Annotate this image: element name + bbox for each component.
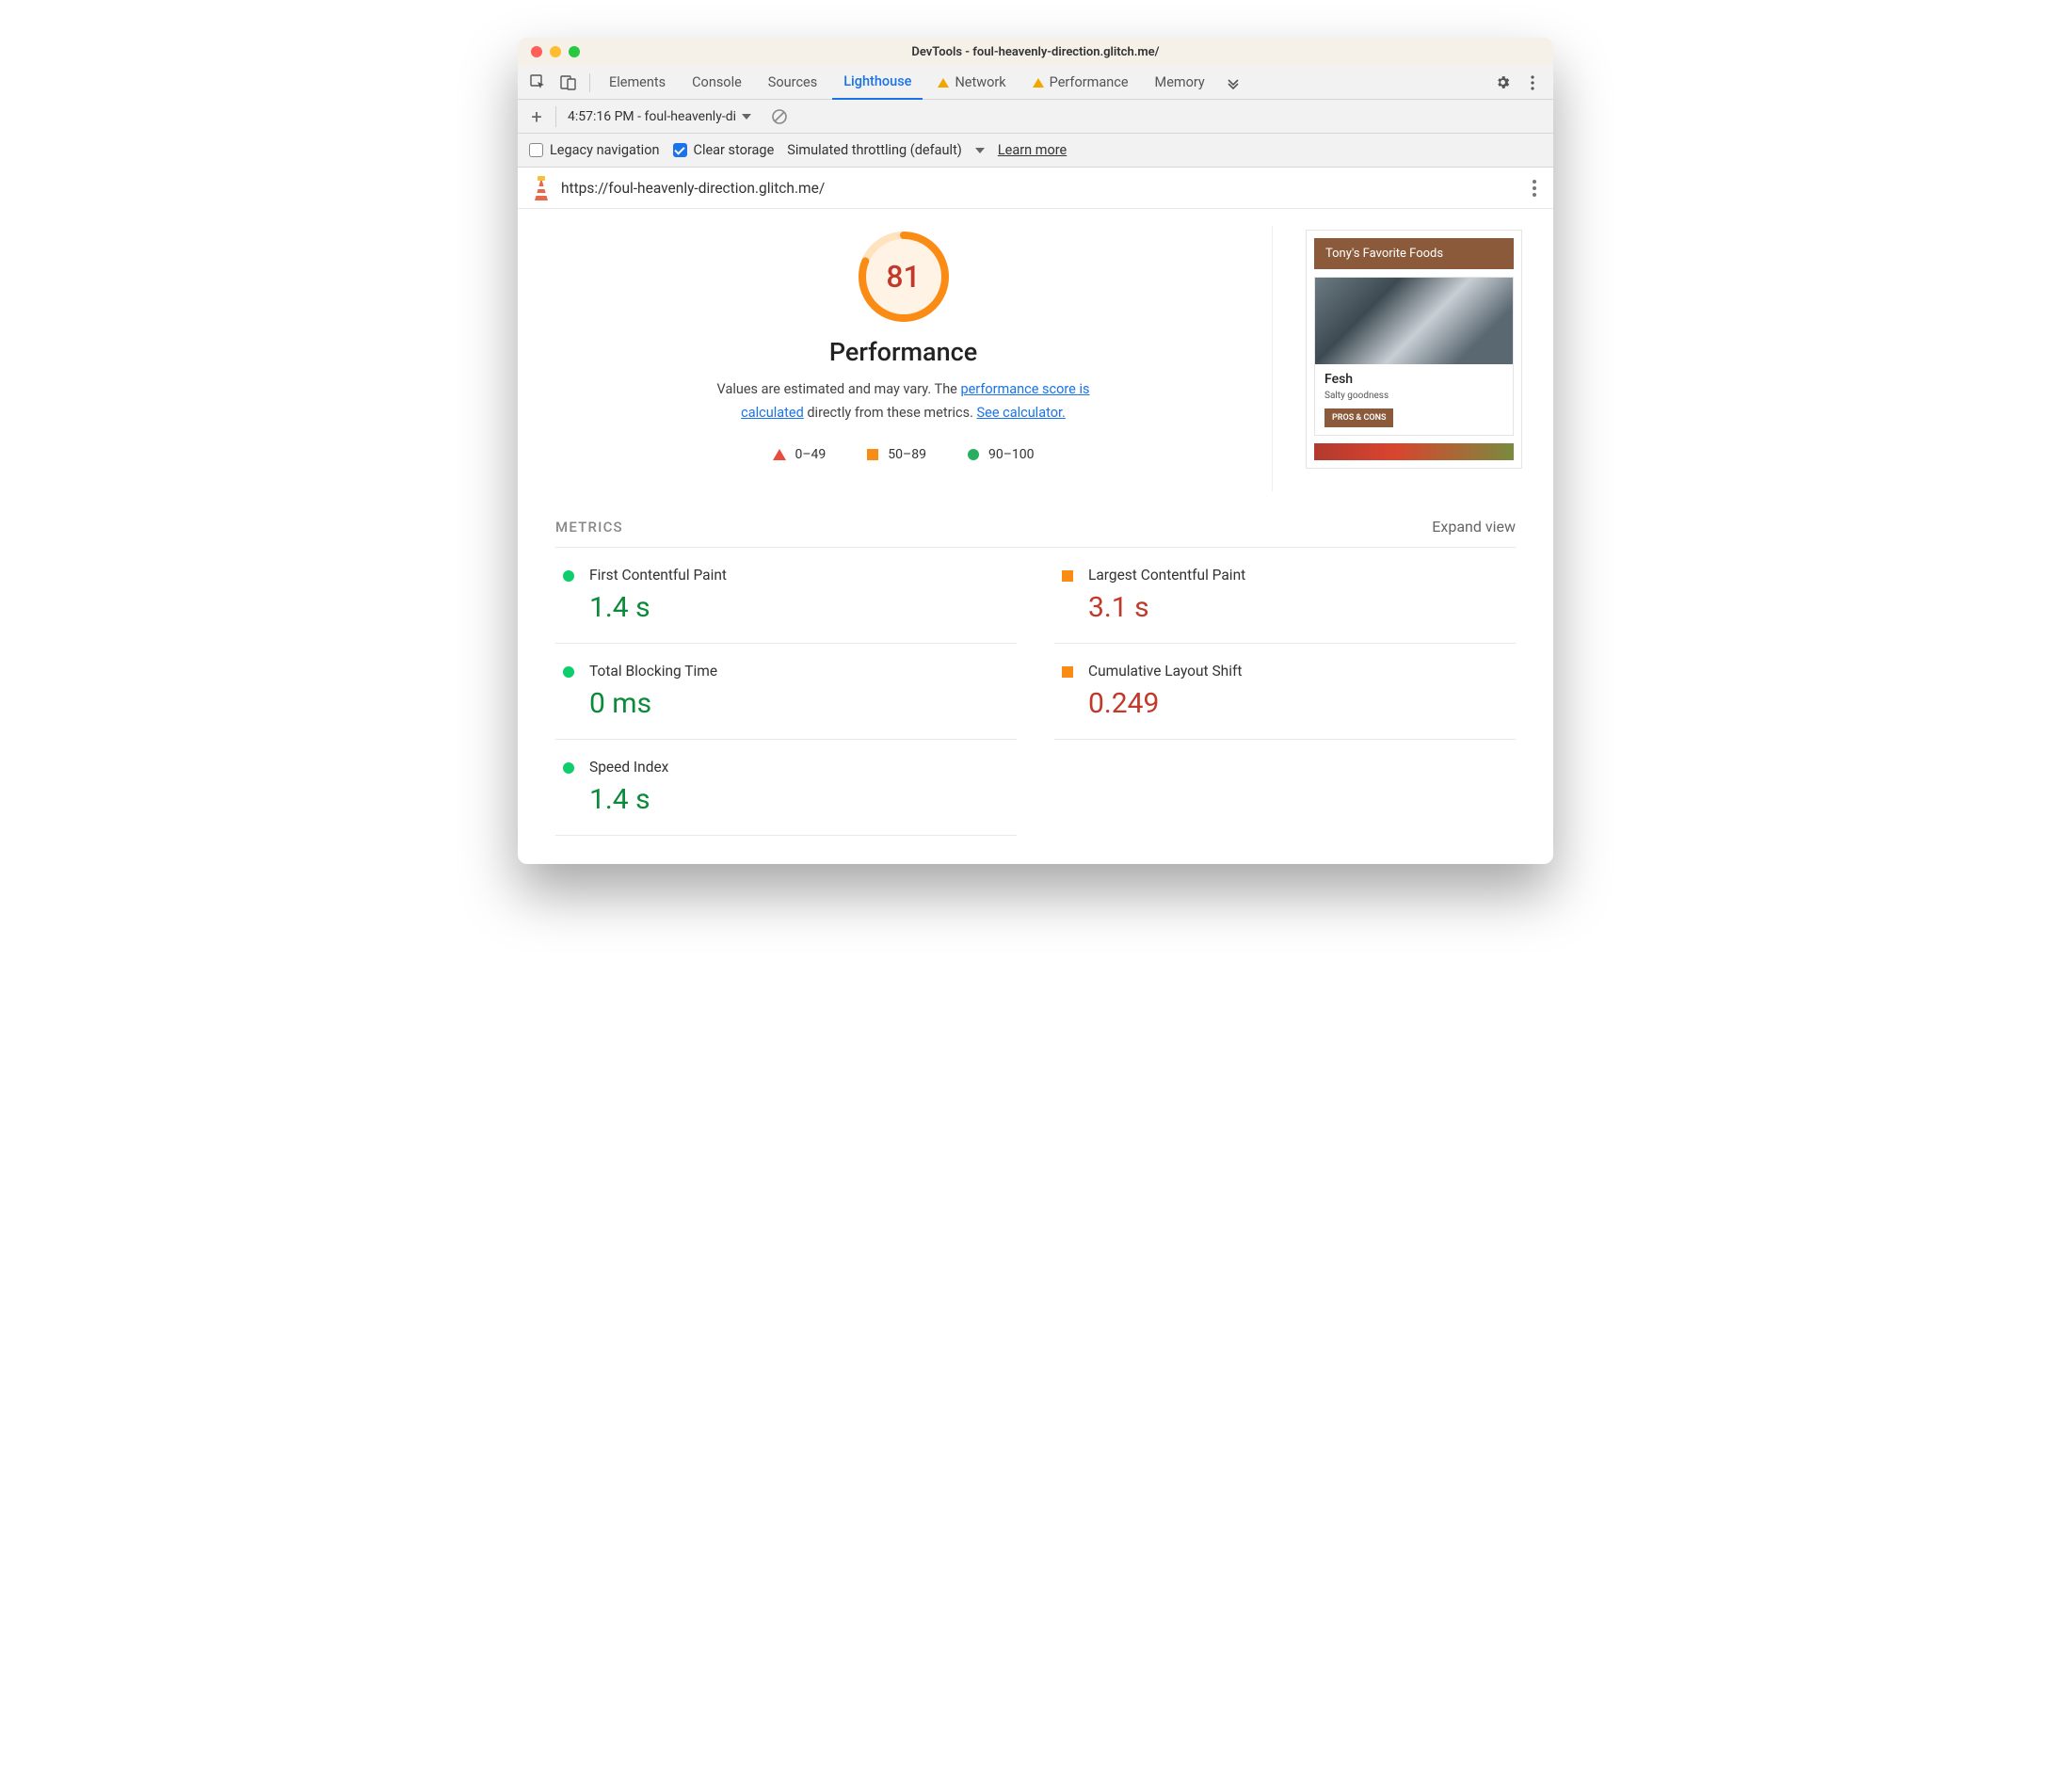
score-legend: 0–49 50–89 90–100 — [773, 447, 1035, 462]
score-description: Values are estimated and may vary. The p… — [701, 378, 1106, 424]
tab-network-label: Network — [955, 74, 1005, 90]
metrics-grid: First Contentful Paint 1.4 s Largest Con… — [555, 548, 1516, 836]
metric-value: 0.249 — [1088, 687, 1242, 720]
category-title: Performance — [829, 337, 977, 367]
pass-icon — [563, 666, 574, 678]
performance-gauge[interactable]: 81 — [859, 232, 949, 322]
legend-avg-label: 50–89 — [888, 447, 926, 462]
pass-icon — [563, 762, 574, 774]
report-selector-label: 4:57:16 PM - foul-heavenly-di — [568, 109, 736, 124]
chevron-down-icon — [742, 114, 751, 120]
minimize-window-button[interactable] — [550, 46, 561, 57]
metric-value: 1.4 s — [589, 783, 668, 816]
see-calculator-link[interactable]: See calculator. — [977, 405, 1066, 421]
checkbox-icon — [529, 143, 543, 157]
metric-name: Cumulative Layout Shift — [1088, 663, 1242, 680]
lighthouse-settings-bar: Legacy navigation Clear storage Simulate… — [518, 134, 1553, 168]
chevron-down-icon — [975, 148, 985, 153]
metrics-heading: METRICS — [555, 519, 623, 536]
expand-view-link[interactable]: Expand view — [1432, 518, 1516, 536]
device-toolbar-icon[interactable] — [555, 70, 582, 96]
pass-icon — [563, 570, 574, 582]
metric-fcp[interactable]: First Contentful Paint 1.4 s — [555, 548, 1017, 644]
metric-si[interactable]: Speed Index 1.4 s — [555, 740, 1017, 836]
tab-performance[interactable]: Performance — [1021, 66, 1140, 100]
warning-icon — [1033, 78, 1044, 88]
close-window-button[interactable] — [531, 46, 542, 57]
new-report-button[interactable]: + — [527, 105, 546, 128]
gear-icon[interactable] — [1489, 70, 1516, 96]
metric-name: First Contentful Paint — [589, 567, 727, 584]
metric-tbt[interactable]: Total Blocking Time 0 ms — [555, 644, 1017, 740]
lighthouse-icon — [531, 176, 552, 200]
window-title: DevTools - foul-heavenly-direction.glitc… — [518, 45, 1553, 59]
metric-name: Speed Index — [589, 759, 668, 776]
preview-column: Tony's Favorite Foods Fesh Salty goodnes… — [1273, 226, 1536, 491]
clear-storage-checkbox[interactable]: Clear storage — [673, 142, 775, 158]
titlebar: DevTools - foul-heavenly-direction.glitc… — [518, 38, 1553, 66]
tab-console[interactable]: Console — [681, 66, 753, 100]
throttling-label: Simulated throttling (default) — [787, 142, 962, 158]
preview-card-title: Fesh — [1324, 372, 1503, 387]
metric-name: Total Blocking Time — [589, 663, 717, 680]
report-menu-icon[interactable] — [1529, 176, 1540, 200]
legend-fail-label: 0–49 — [795, 447, 827, 462]
desc-text: directly from these metrics. — [804, 405, 977, 421]
preview-pros-cons-button: PROS & CONS — [1324, 408, 1393, 427]
devtools-window: DevTools - foul-heavenly-direction.glitc… — [518, 38, 1553, 864]
legend-pass-label: 90–100 — [988, 447, 1035, 462]
preview-card-subtitle: Salty goodness — [1324, 391, 1503, 401]
tab-elements[interactable]: Elements — [598, 66, 677, 100]
metric-lcp[interactable]: Largest Contentful Paint 3.1 s — [1054, 548, 1516, 644]
tab-lighthouse[interactable]: Lighthouse — [832, 66, 923, 100]
kebab-menu-icon[interactable] — [1519, 70, 1546, 96]
legacy-navigation-checkbox[interactable]: Legacy navigation — [529, 142, 660, 158]
report-body: 81 Performance Values are estimated and … — [518, 209, 1553, 491]
learn-more-link[interactable]: Learn more — [998, 142, 1067, 158]
metrics-section: METRICS Expand view First Contentful Pai… — [518, 491, 1553, 864]
devtools-tab-bar: Elements Console Sources Lighthouse Netw… — [518, 66, 1553, 100]
desc-text: Values are estimated and may vary. The — [717, 381, 961, 397]
legacy-navigation-label: Legacy navigation — [550, 142, 660, 158]
preview-image — [1315, 278, 1513, 364]
report-header: https://foul-heavenly-direction.glitch.m… — [518, 168, 1553, 209]
metric-value: 3.1 s — [1088, 591, 1245, 624]
tab-sources[interactable]: Sources — [757, 66, 828, 100]
score-column: 81 Performance Values are estimated and … — [535, 226, 1273, 491]
clear-storage-label: Clear storage — [694, 142, 775, 158]
maximize-window-button[interactable] — [569, 46, 580, 57]
performance-score: 81 — [859, 232, 949, 322]
legend-pass: 90–100 — [968, 447, 1035, 462]
triangle-icon — [773, 449, 786, 460]
average-icon — [1062, 666, 1073, 678]
lighthouse-toolbar: + 4:57:16 PM - foul-heavenly-di — [518, 100, 1553, 134]
metric-cls[interactable]: Cumulative Layout Shift 0.249 — [1054, 644, 1516, 740]
square-icon — [867, 449, 878, 460]
legend-average: 50–89 — [867, 447, 926, 462]
report-url: https://foul-heavenly-direction.glitch.m… — [561, 180, 1519, 197]
separator — [589, 73, 590, 92]
circle-icon — [968, 449, 979, 460]
preview-header: Tony's Favorite Foods — [1314, 238, 1514, 269]
checkbox-checked-icon — [673, 143, 687, 157]
throttling-dropdown[interactable]: Simulated throttling (default) — [787, 142, 985, 158]
tab-network[interactable]: Network — [926, 66, 1017, 100]
average-icon — [1062, 570, 1073, 582]
metric-value: 1.4 s — [589, 591, 727, 624]
metric-name: Largest Contentful Paint — [1088, 567, 1245, 584]
preview-card-body: Fesh Salty goodness PROS & CONS — [1315, 364, 1513, 435]
legend-fail: 0–49 — [773, 447, 827, 462]
metrics-header: METRICS Expand view — [555, 501, 1516, 548]
clear-icon[interactable] — [766, 104, 793, 130]
page-preview[interactable]: Tony's Favorite Foods Fesh Salty goodnes… — [1306, 230, 1522, 469]
metric-value: 0 ms — [589, 687, 717, 720]
traffic-lights — [518, 46, 580, 57]
warning-icon — [938, 78, 949, 88]
tab-memory[interactable]: Memory — [1144, 66, 1216, 100]
inspect-element-icon[interactable] — [525, 70, 552, 96]
more-tabs-icon[interactable] — [1220, 70, 1246, 96]
preview-image-2 — [1314, 443, 1514, 460]
tab-performance-label: Performance — [1050, 74, 1129, 90]
report-selector[interactable]: 4:57:16 PM - foul-heavenly-di — [555, 106, 757, 127]
